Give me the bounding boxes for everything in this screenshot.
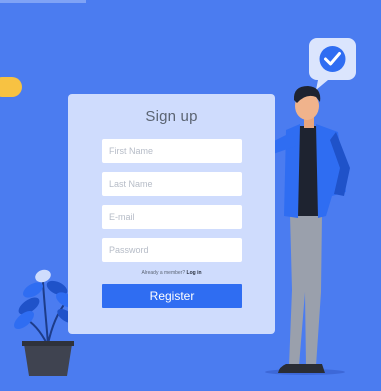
last-name-input[interactable]	[102, 172, 242, 196]
password-input[interactable]	[102, 238, 242, 262]
login-prompt: Already a member? Log in	[68, 270, 275, 276]
yellow-pill-decor	[0, 77, 22, 97]
signup-card: Sign up Already a member? Log in Registe…	[68, 94, 275, 334]
member-prompt-text: Already a member?	[141, 270, 186, 276]
register-button[interactable]: Register	[102, 284, 242, 308]
check-speech-bubble-icon	[309, 38, 356, 90]
login-link[interactable]: Log in	[187, 270, 202, 276]
first-name-input[interactable]	[102, 139, 242, 163]
signup-title: Sign up	[145, 108, 198, 125]
email-input[interactable]	[102, 205, 242, 229]
